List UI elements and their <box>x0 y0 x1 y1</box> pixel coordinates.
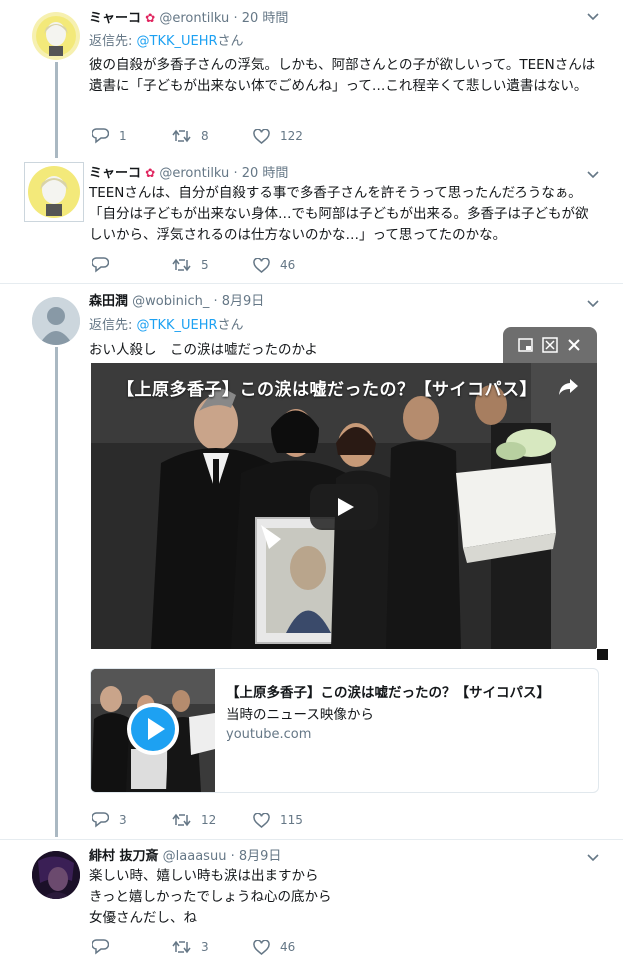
like-count: 115 <box>280 813 303 827</box>
handle[interactable]: @erontilku <box>159 11 229 26</box>
avatar[interactable] <box>32 297 80 345</box>
tweet-text-line: 楽しい時、嬉しい時も涙は出ますから <box>89 868 319 884</box>
reply-icon <box>92 257 109 273</box>
play-icon[interactable] <box>310 484 378 530</box>
video-title: 【上原多香子】この涙は嘘だったの？【サイコパス】 <box>117 380 537 400</box>
like-button[interactable]: 46 <box>253 256 295 274</box>
chevron-down-icon[interactable] <box>587 171 599 181</box>
card-thumbnail <box>91 669 215 792</box>
share-arrow-icon[interactable] <box>557 377 579 401</box>
card-description: 当時のニュース映像から <box>226 707 374 723</box>
tweet-text-line: 女優さんだし、ね <box>89 910 197 926</box>
heart-icon <box>253 257 270 273</box>
heart-icon <box>253 812 270 828</box>
tweet-header: 森田潤 @wobinich_ · 8月9日 <box>89 293 264 311</box>
handle[interactable]: @laaasuu <box>163 849 227 864</box>
tweet-text: TEENさんは、自分が自殺する事で多香子さんを許そうって思ったんだろうなぁ。「自… <box>89 185 589 243</box>
thread-line <box>55 62 58 158</box>
retweet-button[interactable]: 3 <box>172 938 209 956</box>
like-button[interactable]: 46 <box>253 938 295 956</box>
close-icon[interactable] <box>565 336 583 354</box>
timestamp[interactable]: · 20 時間 <box>233 11 288 26</box>
tweet-text-line: きっと嬉しかったでしょうね心の底から <box>89 889 332 905</box>
retweet-icon <box>172 129 191 143</box>
chevron-down-icon[interactable] <box>587 854 599 864</box>
retweet-count: 8 <box>201 129 209 143</box>
retweet-button[interactable]: 5 <box>172 256 209 274</box>
reply-count: 3 <box>119 813 127 827</box>
tweet-text: 彼の自殺が多香子さんの浮気。しかも、阿部さんとの子が欲しいって。TEENさんは遺… <box>89 57 596 94</box>
reply-to-link[interactable]: @TKK_UEHR <box>137 34 218 49</box>
divider <box>0 839 623 840</box>
display-name[interactable]: ミャーコ <box>89 166 141 181</box>
tweet-header: ミャーコ ✿ @erontilku · 20 時間 <box>89 164 288 183</box>
retweet-icon <box>172 940 191 954</box>
thread-line <box>55 347 58 837</box>
reply-to-link[interactable]: @TKK_UEHR <box>137 318 218 333</box>
retweet-count: 12 <box>201 813 217 827</box>
embedded-video[interactable]: 【上原多香子】この涙は嘘だったの？【サイコパス】 <box>91 363 597 649</box>
reply-to: 返信先: @TKK_UEHRさん <box>89 318 244 333</box>
retweet-button[interactable]: 12 <box>172 811 216 829</box>
tweet-text: 楽しい時、嬉しい時も涙は出ますから きっと嬉しかったでしょうね心の底から 女優さ… <box>89 866 599 929</box>
chevron-down-icon[interactable] <box>587 13 599 23</box>
display-name[interactable]: 緋村 抜刀斎 <box>89 849 159 864</box>
reply-to: 返信先: @TKK_UEHRさん <box>89 34 244 49</box>
display-name[interactable]: 森田潤 <box>89 294 128 309</box>
heart-icon <box>253 939 270 955</box>
like-count: 122 <box>280 129 303 143</box>
play-icon[interactable] <box>127 703 179 755</box>
retweet-count: 3 <box>201 940 209 954</box>
retweet-icon <box>172 813 191 827</box>
retweet-count: 5 <box>201 258 209 272</box>
like-count: 46 <box>280 940 296 954</box>
retweet-button[interactable]: 8 <box>172 127 209 145</box>
like-count: 46 <box>280 258 296 272</box>
card-title: 【上原多香子】この涙は嘘だったの？【サイコパス】 <box>226 685 550 701</box>
avatar[interactable] <box>32 12 80 60</box>
timestamp[interactable]: · 20 時間 <box>233 166 288 181</box>
reply-button[interactable] <box>92 938 119 956</box>
chevron-down-icon[interactable] <box>587 300 599 310</box>
retweet-icon <box>172 258 191 272</box>
tweet-header: ミャーコ ✿ @erontilku · 20 時間 <box>89 9 288 28</box>
reply-button[interactable]: 3 <box>92 811 127 829</box>
heart-icon <box>253 128 270 144</box>
handle[interactable]: @wobinich_ <box>132 294 209 309</box>
resize-handle[interactable] <box>596 648 609 661</box>
avatar[interactable] <box>32 851 80 899</box>
avatar[interactable] <box>24 162 84 222</box>
card-domain: youtube.com <box>226 727 312 742</box>
reply-icon <box>92 812 109 828</box>
timestamp[interactable]: · 8月9日 <box>213 294 264 309</box>
minimize-icon[interactable] <box>517 336 535 354</box>
link-card[interactable]: 【上原多香子】この涙は嘘だったの？【サイコパス】 当時のニュース映像から you… <box>90 668 599 793</box>
reply-icon <box>92 939 109 955</box>
flower-icon: ✿ <box>145 166 156 180</box>
flower-icon: ✿ <box>145 11 156 25</box>
reply-button[interactable]: 1 <box>92 127 127 145</box>
handle[interactable]: @erontilku <box>159 166 229 181</box>
like-button[interactable]: 115 <box>253 811 303 829</box>
like-button[interactable]: 122 <box>253 127 303 145</box>
reply-count: 1 <box>119 129 127 143</box>
tweet-header: 緋村 抜刀斎 @laaasuu · 8月9日 <box>89 848 281 866</box>
fullscreen-icon[interactable] <box>541 336 559 354</box>
display-name[interactable]: ミャーコ <box>89 11 141 26</box>
divider <box>0 283 623 284</box>
video-overlay-controls <box>503 327 597 363</box>
reply-button[interactable] <box>92 256 119 274</box>
timestamp[interactable]: · 8月9日 <box>231 849 282 864</box>
reply-icon <box>92 128 109 144</box>
